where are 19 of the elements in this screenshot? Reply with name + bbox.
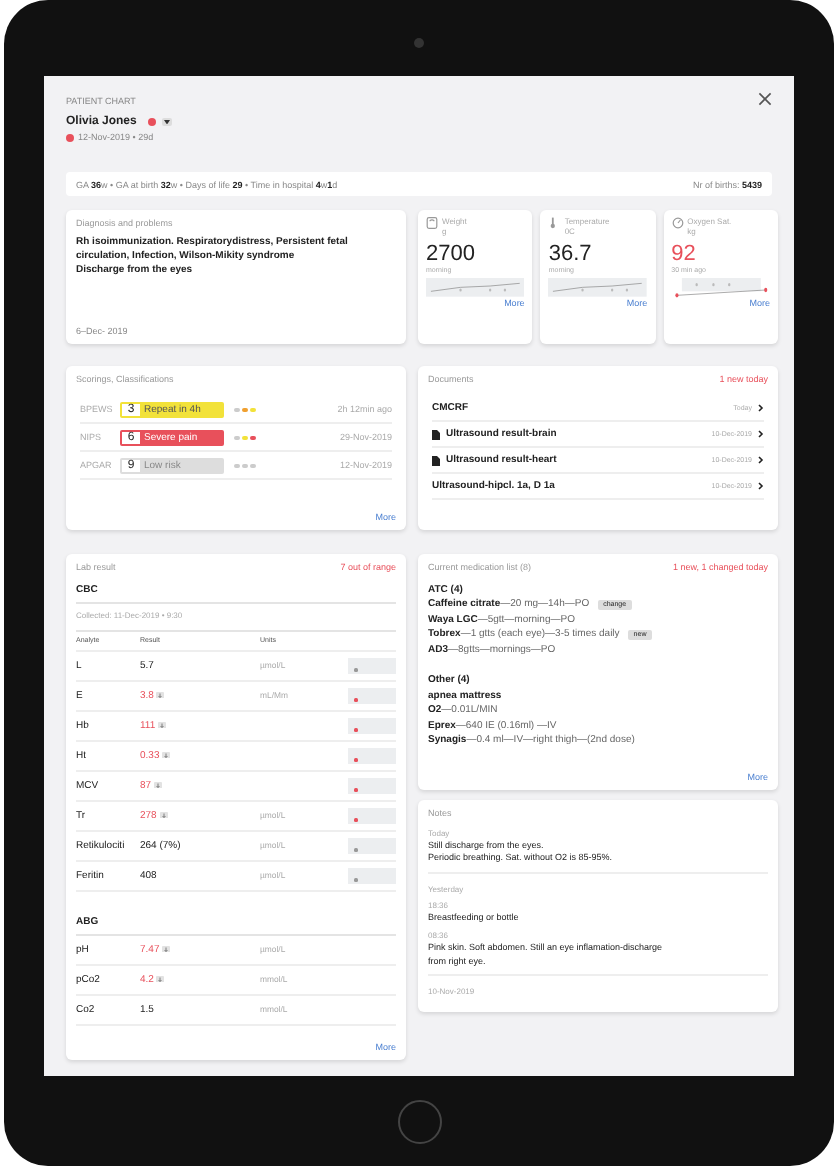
chevron-icon (758, 404, 764, 413)
sparkline-chart (426, 278, 525, 298)
vital-value: 92 (671, 242, 698, 266)
sparkline-chart (671, 278, 770, 298)
chevron-icon (758, 456, 764, 465)
status-dot (148, 118, 156, 126)
thermometer-icon (548, 216, 561, 230)
vital-value: 2700 (426, 242, 477, 266)
gender-icon (66, 133, 74, 141)
gauge-icon (671, 216, 684, 230)
dropdown-button[interactable] (162, 118, 172, 126)
close-icon[interactable] (758, 92, 772, 106)
caret-icon (164, 119, 170, 125)
vital-value: 36.7 (548, 242, 594, 266)
camera-icon (414, 38, 424, 48)
scale-icon (426, 216, 438, 230)
sparkline-chart (548, 278, 648, 298)
chevron-icon (758, 430, 764, 439)
chevron-icon (758, 482, 764, 491)
